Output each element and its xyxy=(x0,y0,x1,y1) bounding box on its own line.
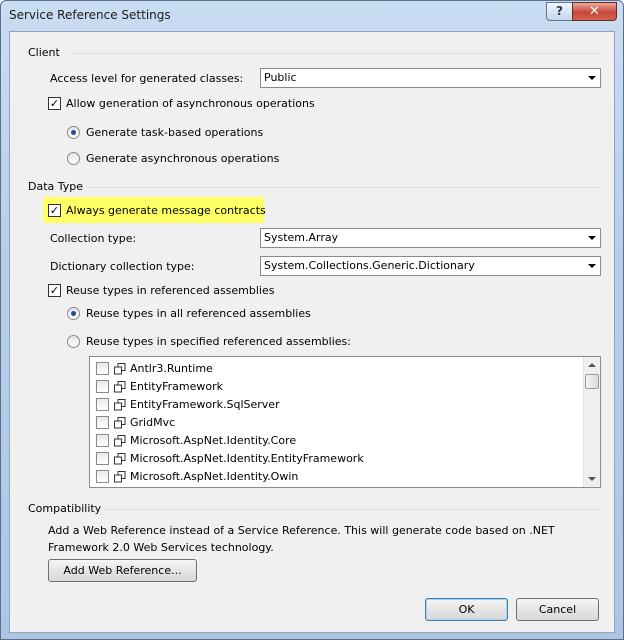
radio-selected-dot xyxy=(71,311,76,316)
list-item[interactable]: Microsoft.AspNet.Identity.EntityFramewor… xyxy=(96,450,576,468)
assembly-reference-icon xyxy=(114,471,126,483)
close-icon: ✕ xyxy=(589,4,600,19)
access-level-combo[interactable]: Public xyxy=(260,68,601,88)
compatibility-description: Add a Web Reference instead of a Service… xyxy=(48,524,555,554)
assembly-checkbox[interactable] xyxy=(96,398,109,411)
assembly-name: EntityFramework xyxy=(130,380,224,393)
cancel-button[interactable]: Cancel xyxy=(516,598,599,621)
assembly-checkbox[interactable] xyxy=(96,452,109,465)
scroll-thumb[interactable] xyxy=(585,374,599,389)
list-item[interactable]: GridMvc xyxy=(96,414,576,432)
always-generate-checkbox[interactable]: ✓ xyxy=(48,204,61,217)
chevron-down-icon xyxy=(588,76,596,80)
always-generate-label: Always generate message contracts xyxy=(66,204,266,217)
add-web-reference-button[interactable]: Add Web Reference... xyxy=(48,559,197,582)
list-item[interactable]: Microsoft.AspNet.Identity.Owin xyxy=(96,468,576,486)
checkmark-icon: ✓ xyxy=(49,204,60,217)
allow-async-label: Allow generation of asynchronous operati… xyxy=(66,97,315,110)
assembly-checkbox[interactable] xyxy=(96,380,109,393)
task-based-radio[interactable] xyxy=(67,126,80,139)
window-title: Service Reference Settings xyxy=(9,8,171,22)
close-button[interactable]: ✕ xyxy=(572,2,617,21)
scroll-down-icon[interactable] xyxy=(584,471,600,487)
assembly-reference-icon xyxy=(114,435,126,447)
client-section-divider xyxy=(70,53,602,54)
list-item[interactable]: EntityFramework xyxy=(96,378,576,396)
reuse-types-checkbox[interactable]: ✓ xyxy=(48,284,61,297)
help-button[interactable]: ? xyxy=(546,2,573,21)
collection-type-label: Collection type: xyxy=(50,232,137,245)
list-item[interactable]: Antlr3.Runtime xyxy=(96,360,576,378)
list-item[interactable]: EntityFramework.SqlServer xyxy=(96,396,576,414)
assembly-reference-icon xyxy=(114,417,126,429)
checkmark-icon: ✓ xyxy=(49,284,60,297)
scroll-up-icon[interactable] xyxy=(584,357,600,373)
task-based-label: Generate task-based operations xyxy=(86,126,264,139)
assembly-checkbox[interactable] xyxy=(96,362,109,375)
assembly-checkbox[interactable] xyxy=(96,416,109,429)
assembly-reference-icon xyxy=(114,453,126,465)
assembly-name: Microsoft.AspNet.Identity.Owin xyxy=(130,470,299,483)
dictionary-type-combo[interactable]: System.Collections.Generic.Dictionary xyxy=(260,256,601,276)
title-bar[interactable]: Service Reference Settings ? ✕ xyxy=(1,1,623,31)
assembly-name: Microsoft.AspNet.Identity.Core xyxy=(130,434,297,447)
assembly-reference-icon xyxy=(114,363,126,375)
collection-type-value: System.Array xyxy=(264,231,339,244)
access-level-label: Access level for generated classes: xyxy=(50,72,244,85)
assembly-name: GridMvc xyxy=(130,416,176,429)
access-level-value: Public xyxy=(264,71,297,84)
checkmark-icon: ✓ xyxy=(49,97,60,110)
data-type-section-label: Data Type xyxy=(28,180,84,193)
assembly-name: EntityFramework.SqlServer xyxy=(130,398,280,411)
chevron-down-icon xyxy=(588,236,596,240)
ok-button[interactable]: OK xyxy=(425,598,508,621)
referenced-assemblies-list[interactable]: Antlr3.Runtime EntityFramework EntityFra… xyxy=(89,356,601,488)
assembly-checkbox[interactable] xyxy=(96,470,109,483)
service-reference-settings-window: Service Reference Settings ? ✕ Client Ac… xyxy=(0,0,624,640)
assembly-reference-icon xyxy=(114,381,126,393)
client-section-label: Client xyxy=(28,46,60,59)
reuse-types-label: Reuse types in referenced assemblies xyxy=(66,284,275,297)
assembly-checkbox[interactable] xyxy=(96,434,109,447)
list-item[interactable]: Microsoft.AspNet.Identity.Core xyxy=(96,432,576,450)
reuse-specified-label: Reuse types in specified referenced asse… xyxy=(86,335,351,348)
async-operations-radio[interactable] xyxy=(67,152,80,165)
assembly-name: Antlr3.Runtime xyxy=(130,362,213,375)
compatibility-section-label: Compatibility xyxy=(28,502,102,515)
chevron-down-icon xyxy=(588,264,596,268)
async-operations-label: Generate asynchronous operations xyxy=(86,152,280,165)
allow-async-checkbox[interactable]: ✓ xyxy=(48,97,61,110)
data-type-section-divider xyxy=(86,187,602,188)
reuse-all-radio[interactable] xyxy=(67,307,80,320)
dictionary-type-value: System.Collections.Generic.Dictionary xyxy=(264,259,475,272)
list-scrollbar[interactable] xyxy=(583,357,600,487)
collection-type-combo[interactable]: System.Array xyxy=(260,228,601,248)
compatibility-section-divider xyxy=(104,509,602,510)
reuse-specified-radio[interactable] xyxy=(67,335,80,348)
reuse-all-label: Reuse types in all referenced assemblies xyxy=(86,307,311,320)
radio-selected-dot xyxy=(71,130,76,135)
help-icon: ? xyxy=(556,4,563,18)
assembly-reference-icon xyxy=(114,399,126,411)
dialog-body: Client Access level for generated classe… xyxy=(9,31,615,633)
assembly-name: Microsoft.AspNet.Identity.EntityFramewor… xyxy=(130,452,364,465)
dictionary-type-label: Dictionary collection type: xyxy=(50,260,195,273)
